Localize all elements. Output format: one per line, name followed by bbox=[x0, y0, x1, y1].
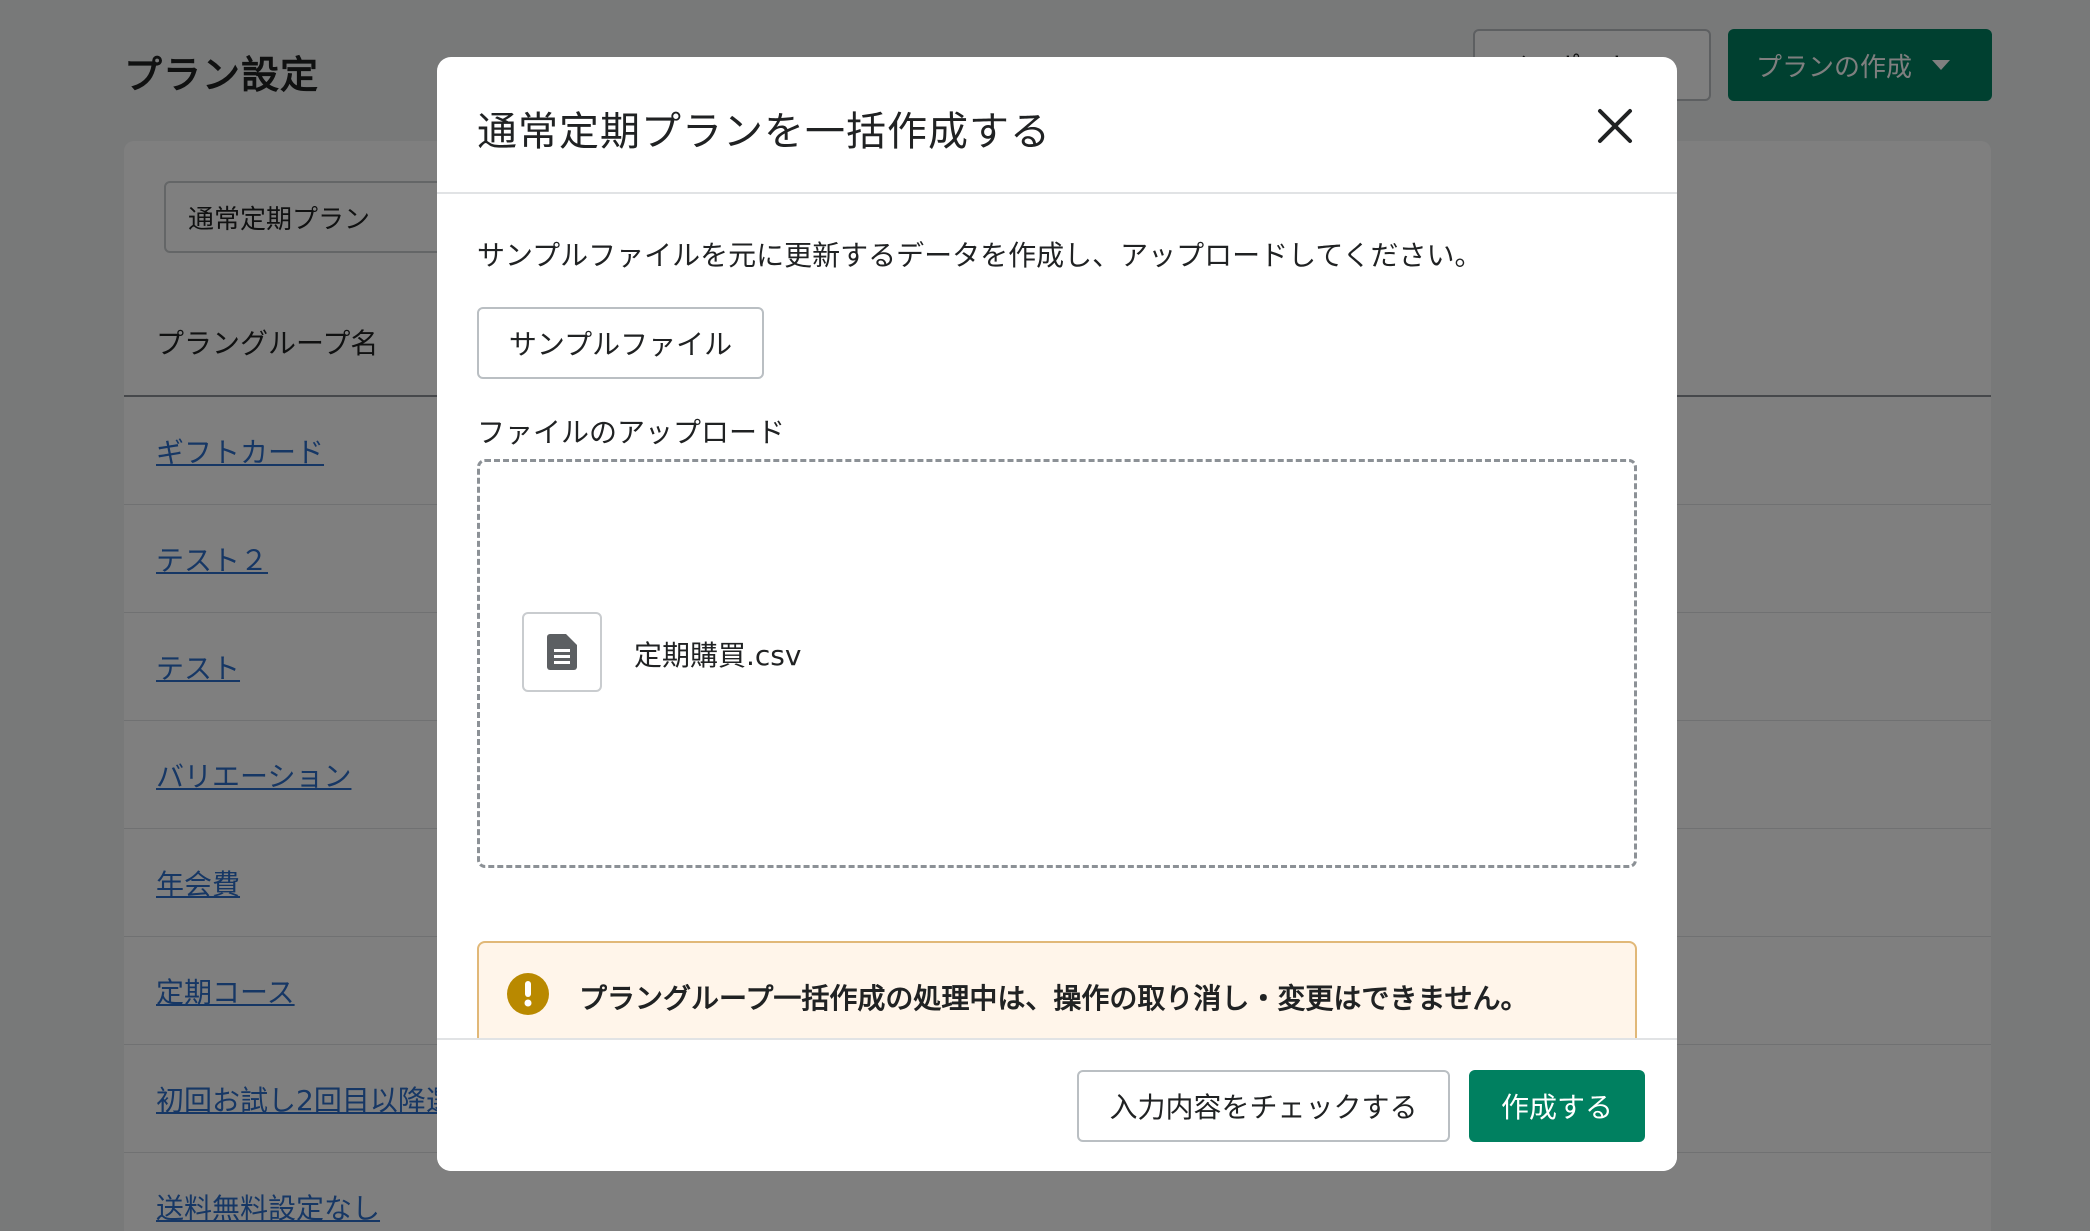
file-thumbnail bbox=[522, 612, 602, 692]
uploaded-file-name: 定期購買.csv bbox=[634, 639, 802, 672]
close-button[interactable] bbox=[1588, 99, 1642, 153]
bulk-create-modal: 通常定期プランを一括作成する サンプルファイルを元に更新するデータを作成し、アッ… bbox=[437, 57, 1677, 1171]
create-button[interactable]: 作成する bbox=[1469, 1070, 1645, 1142]
file-dropzone[interactable]: 定期購買.csv bbox=[477, 459, 1637, 868]
upload-label: ファイルのアップロード bbox=[477, 416, 786, 449]
document-icon bbox=[547, 634, 577, 670]
warning-text: プラングループ一括作成の処理中は、操作の取り消し・変更はできません。 bbox=[579, 982, 1529, 1015]
close-icon bbox=[1598, 109, 1632, 143]
sample-file-button[interactable]: サンプルファイル bbox=[477, 307, 764, 379]
modal-title: 通常定期プランを一括作成する bbox=[477, 109, 1051, 155]
alert-icon bbox=[507, 973, 549, 1015]
instruction-text: サンプルファイルを元に更新するデータを作成し、アップロードしてください。 bbox=[477, 239, 1483, 272]
modal-footer: 入力内容をチェックする 作成する bbox=[437, 1038, 1677, 1171]
check-input-button[interactable]: 入力内容をチェックする bbox=[1077, 1070, 1450, 1142]
modal-header: 通常定期プランを一括作成する bbox=[437, 57, 1677, 194]
